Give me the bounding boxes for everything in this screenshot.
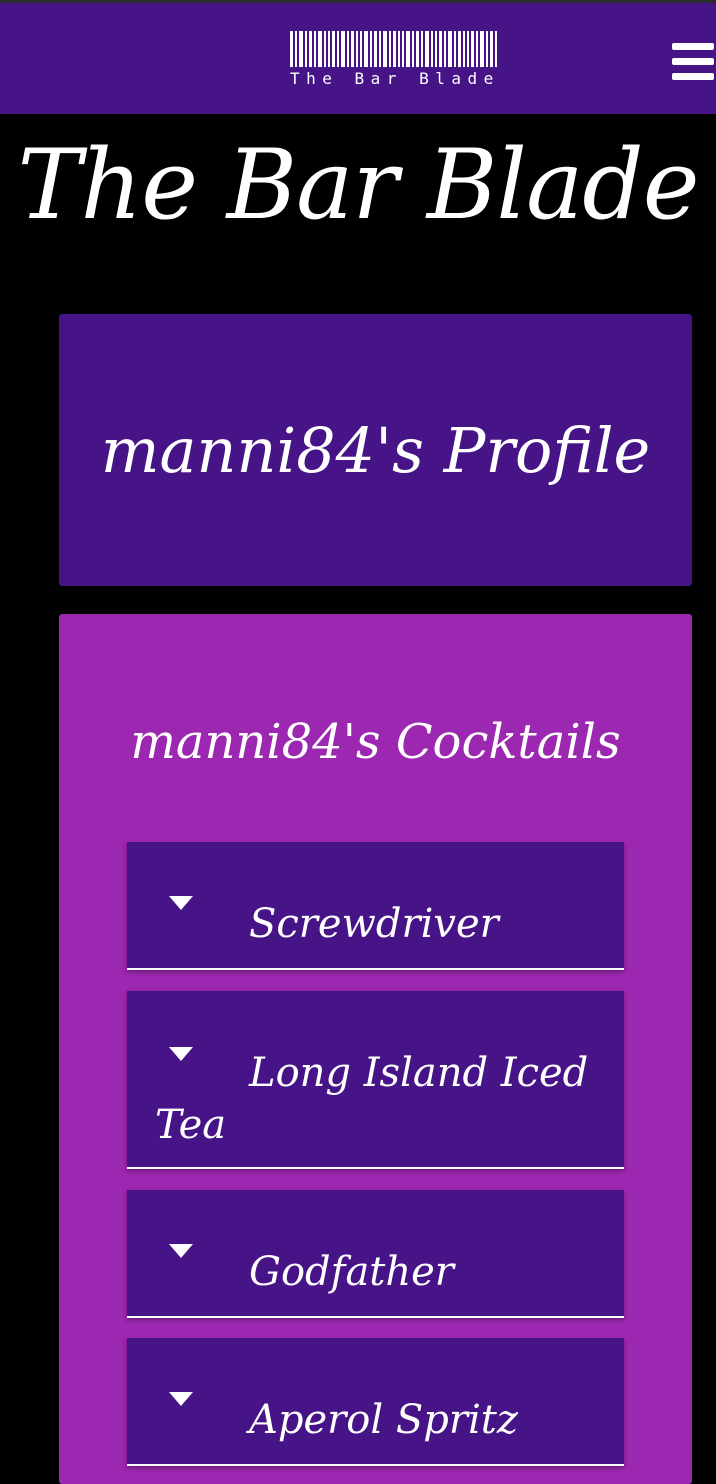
- cocktail-item-aperol-spritz[interactable]: Aperol Spritz: [127, 1338, 624, 1466]
- cocktail-name: Godfather: [249, 1249, 454, 1295]
- cocktail-name: Long Island Iced Tea: [155, 1050, 589, 1148]
- caret-down-icon: [169, 896, 193, 910]
- top-navbar: The Bar Blade: [0, 0, 716, 114]
- barcode-logo-icon: [290, 31, 534, 67]
- cocktail-item-screwdriver[interactable]: Screwdriver: [127, 842, 624, 970]
- caret-down-icon: [169, 1392, 193, 1406]
- cocktail-name: Aperol Spritz: [249, 1397, 518, 1443]
- cocktail-item-godfather[interactable]: Godfather: [127, 1190, 624, 1318]
- hamburger-menu-icon[interactable]: [672, 43, 714, 81]
- site-logo[interactable]: The Bar Blade: [290, 31, 534, 91]
- cocktail-item-long-island-iced-tea[interactable]: Long Island Iced Tea: [127, 991, 624, 1169]
- cocktails-title: manni84's Cocktails: [130, 714, 621, 770]
- profile-title: manni84's Profile: [100, 413, 651, 487]
- caret-down-icon: [169, 1244, 193, 1258]
- cocktail-name: Screwdriver: [249, 901, 499, 947]
- cocktails-section: manni84's Cocktails Screwdriver Long Isl…: [59, 614, 692, 1484]
- profile-header-card: manni84's Profile: [59, 314, 692, 586]
- site-title: The Bar Blade: [17, 129, 699, 241]
- logo-text: The Bar Blade: [290, 69, 500, 88]
